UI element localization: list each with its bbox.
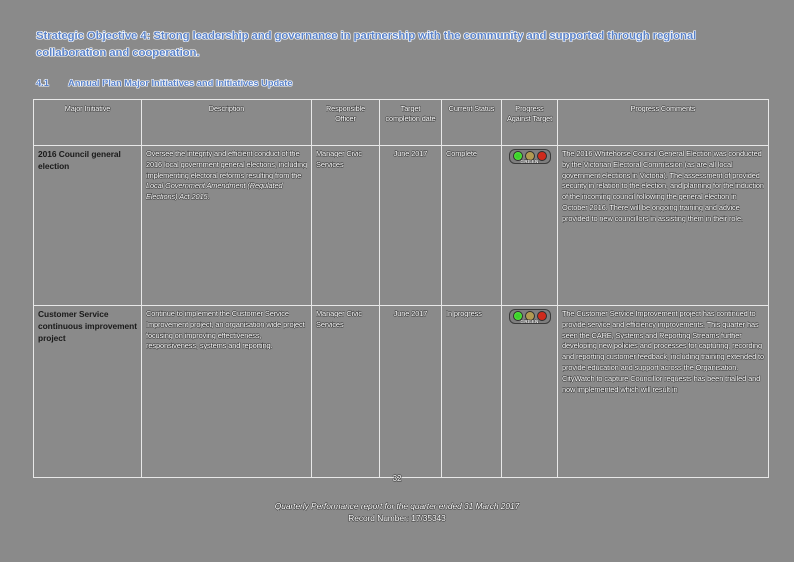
column-header-progress-against-target: Progress Against Target: [501, 99, 558, 146]
description-text: Oversee the integrity and efficient cond…: [146, 149, 307, 180]
footer-text: Quarterly Performance report for the qua…: [0, 500, 794, 524]
cell-current-status: Complete: [441, 145, 502, 306]
traffic-light-icon: GREEN: [508, 149, 551, 164]
cell-target-date: June 2017: [379, 145, 442, 306]
cell-current-status: In progress: [441, 305, 502, 478]
column-header-responsible-officer: Responsible Officer: [311, 99, 380, 146]
footer-record-number: Record Number: 17/35343: [348, 513, 446, 524]
traffic-light-icon: GREEN: [508, 309, 551, 324]
cell-description: Oversee the integrity and efficient cond…: [141, 145, 312, 306]
table-row: 2016 Council general election Oversee th…: [33, 145, 769, 306]
cell-responsible-officer: Manager Civic Services: [311, 305, 380, 478]
description-legislation: Local Government Amendment (Regulated El…: [146, 181, 283, 202]
page-footer: 32 Quarterly Performance report for the …: [0, 474, 794, 524]
strategic-objective-title: Strategic Objective 4: Strong leadership…: [36, 30, 697, 60]
column-header-target-completion-date: Target completion date: [379, 99, 442, 146]
column-header-progress-comments: Progress Comments: [557, 99, 769, 146]
cell-responsible-officer: Manager Civic Services: [311, 145, 380, 306]
column-header-description: Description: [141, 99, 312, 146]
cell-description: Continue to implement the Customer Servi…: [141, 305, 312, 478]
initiatives-table: Major Initiative Description Responsible…: [33, 99, 769, 478]
page-headings: Strategic Objective 4: Strong leadership…: [36, 28, 758, 88]
description-text: Continue to implement the Customer Servi…: [146, 309, 305, 351]
section-heading: 4.1 Annual Plan Major Initiatives and Ini…: [36, 77, 758, 88]
cell-progress-against-target: GREEN: [501, 145, 558, 306]
cell-progress-against-target: GREEN: [501, 305, 558, 478]
description-tail: .: [207, 192, 210, 202]
section-title: Annual Plan Major Initiatives and Initia…: [68, 76, 293, 88]
table-header-row: Major Initiative Description Responsible…: [33, 99, 769, 146]
document-page: Strategic Objective 4: Strong leadership…: [0, 0, 794, 562]
section-number: 4.1: [36, 76, 49, 88]
cell-major-initiative: 2016 Council general election: [33, 145, 142, 306]
initiatives-table-wrapper: Major Initiative Description Responsible…: [33, 99, 769, 478]
column-header-major-initiative: Major Initiative: [33, 99, 142, 146]
cell-progress-comments: The Customer Service Improvement project…: [557, 305, 769, 478]
table-row: Customer Service continuous improvement …: [33, 305, 769, 478]
cell-target-date: June 2017: [379, 305, 442, 478]
footer-report-title: Quarterly Performance report for the qua…: [274, 501, 520, 511]
page-number: 32: [392, 474, 402, 483]
cell-major-initiative: Customer Service continuous improvement …: [33, 305, 142, 478]
column-header-current-status: Current Status: [441, 99, 502, 146]
cell-progress-comments: The 2016 Whitehorse Council General Elec…: [557, 145, 769, 306]
